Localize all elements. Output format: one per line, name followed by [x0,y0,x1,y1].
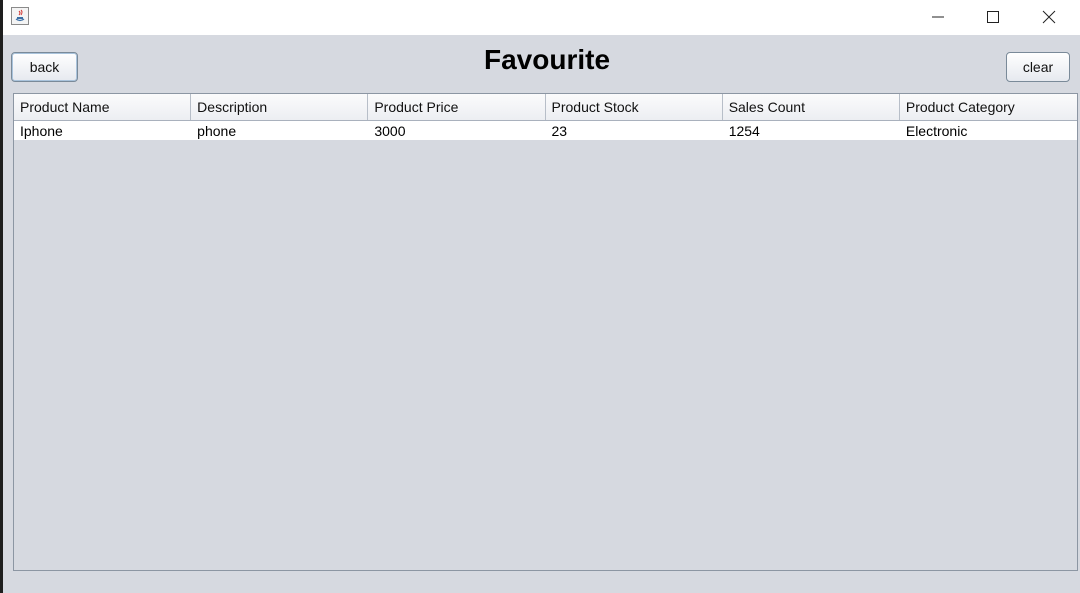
maximize-button[interactable] [965,0,1021,35]
table-row[interactable]: Iphone phone 3000 23 1254 Electronic [14,121,1077,140]
table-header: Product Name Description Product Price P… [14,94,1077,121]
minimize-icon [932,16,944,18]
table-cell[interactable]: 3000 [368,121,545,140]
table-cell[interactable]: 1254 [723,121,900,140]
table-cell[interactable]: 23 [546,121,723,140]
column-header-sales-count[interactable]: Sales Count [723,94,900,120]
favourites-table[interactable]: Product Name Description Product Price P… [13,93,1078,571]
column-header-product-name[interactable]: Product Name [14,94,192,120]
page-title: Favourite [483,44,611,75]
table-cell[interactable]: phone [191,121,368,140]
column-header-product-category[interactable]: Product Category [900,94,1077,120]
close-icon [1042,10,1056,24]
column-header-description[interactable]: Description [191,94,369,120]
close-button[interactable] [1021,0,1077,35]
maximize-icon [987,11,999,23]
title-bar[interactable] [3,0,1080,35]
main-panel: Favourite back clear Product Name Descri… [3,35,1080,593]
table-cell[interactable]: Iphone [14,121,191,140]
table-cell[interactable]: Electronic [900,121,1077,140]
column-header-product-price[interactable]: Product Price [368,94,546,120]
app-window: Favourite back clear Product Name Descri… [3,0,1080,593]
back-button[interactable]: back [11,52,78,82]
java-icon[interactable] [11,7,29,25]
minimize-button[interactable] [910,0,966,35]
clear-button[interactable]: clear [1006,52,1070,82]
column-header-product-stock[interactable]: Product Stock [546,94,723,120]
